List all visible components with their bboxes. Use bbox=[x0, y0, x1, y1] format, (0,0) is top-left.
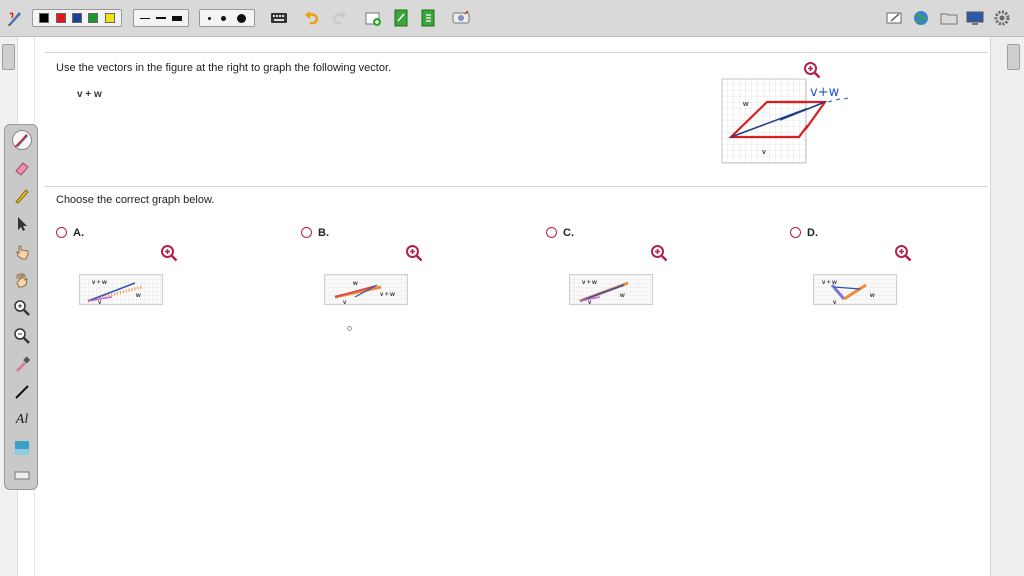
color-yellow-swatch[interactable] bbox=[104, 13, 115, 23]
highlighter-tool-icon[interactable] bbox=[12, 186, 32, 206]
globe-icon[interactable] bbox=[912, 9, 930, 27]
figure-zoom-icon[interactable] bbox=[803, 61, 821, 79]
option-letter: B. bbox=[318, 227, 329, 239]
line-thick-option[interactable] bbox=[172, 15, 182, 21]
pen-settings-icon[interactable] bbox=[6, 9, 24, 27]
keyboard-icon[interactable] bbox=[270, 9, 288, 27]
choose-prompt: Choose the correct graph below. bbox=[56, 194, 215, 206]
image-tool-icon[interactable] bbox=[12, 438, 32, 458]
option-graph-thumbnail[interactable]: v + w w v bbox=[324, 274, 409, 306]
option-radio[interactable] bbox=[301, 227, 312, 238]
eyedropper-tool-icon[interactable] bbox=[12, 354, 32, 374]
top-toolbar bbox=[0, 0, 1024, 37]
option-radio[interactable] bbox=[790, 227, 801, 238]
option-w-label: w bbox=[869, 293, 875, 299]
line-thin-option[interactable] bbox=[140, 17, 150, 19]
right-scroll-strip bbox=[990, 37, 1024, 576]
text-tool-icon[interactable]: Al bbox=[12, 410, 32, 430]
question-prompt: Use the vectors in the figure at the rig… bbox=[56, 62, 392, 74]
option-letter: C. bbox=[563, 227, 574, 239]
hand-pointer-icon[interactable] bbox=[12, 242, 32, 262]
screen-capture-icon[interactable] bbox=[452, 9, 470, 27]
display-icon[interactable] bbox=[966, 9, 984, 27]
figure-w-label: w bbox=[742, 101, 749, 108]
new-page-icon[interactable] bbox=[392, 9, 410, 27]
keyboard-tool-icon[interactable] bbox=[12, 465, 32, 485]
eraser-tool-icon[interactable] bbox=[12, 158, 32, 178]
option-graph-thumbnail[interactable]: v + w w v bbox=[79, 274, 164, 306]
clear-icon[interactable] bbox=[885, 9, 903, 27]
export-icon[interactable] bbox=[419, 9, 437, 27]
top-divider bbox=[45, 52, 988, 53]
option-zoom-icon[interactable] bbox=[160, 244, 178, 262]
color-picker bbox=[32, 9, 122, 27]
color-green-swatch[interactable] bbox=[88, 13, 99, 23]
option-graph-thumbnail[interactable]: v + w w v bbox=[813, 274, 898, 306]
undo-icon[interactable] bbox=[303, 9, 321, 27]
option-letter: A. bbox=[73, 227, 84, 239]
option-zoom-icon[interactable] bbox=[894, 244, 912, 262]
option-zoom-icon[interactable] bbox=[650, 244, 668, 262]
section-divider bbox=[45, 186, 988, 187]
zoom-out-icon[interactable] bbox=[12, 326, 32, 346]
option-radio[interactable] bbox=[546, 227, 557, 238]
option-letter: D. bbox=[807, 227, 818, 239]
question-expression: v + w bbox=[77, 89, 102, 100]
option-w-label: w bbox=[352, 281, 358, 287]
folder-icon[interactable] bbox=[940, 9, 958, 27]
pointer-tool-icon[interactable] bbox=[12, 214, 32, 234]
line-tool-icon[interactable] bbox=[12, 382, 32, 402]
dot-large-option[interactable] bbox=[236, 13, 246, 23]
color-blue-swatch[interactable] bbox=[71, 13, 82, 23]
figure-annotation-overlay: v+w bbox=[780, 85, 849, 130]
option-sum-label: v + w bbox=[822, 280, 837, 286]
option-w-label: w bbox=[619, 293, 625, 299]
figure-v-label: v bbox=[762, 149, 766, 156]
redo-icon[interactable] bbox=[330, 9, 348, 27]
option-radio[interactable] bbox=[56, 227, 67, 238]
line-medium-option[interactable] bbox=[156, 17, 166, 19]
option-graph-thumbnail[interactable]: v + w w v bbox=[569, 274, 654, 306]
dot-size-picker bbox=[199, 9, 255, 27]
figure-annotation-label: v+w bbox=[810, 85, 840, 100]
dot-medium-option[interactable] bbox=[221, 15, 227, 21]
stray-dot bbox=[347, 326, 352, 331]
add-page-icon[interactable] bbox=[364, 9, 382, 27]
option-sum-label: v + w bbox=[380, 292, 395, 298]
option-sum-label: v + w bbox=[582, 280, 597, 286]
right-scroll-handle[interactable] bbox=[1007, 44, 1020, 70]
color-black-swatch[interactable] bbox=[39, 13, 50, 23]
line-width-picker bbox=[133, 9, 189, 27]
option-zoom-icon[interactable] bbox=[405, 244, 423, 262]
left-scroll-handle[interactable] bbox=[2, 44, 15, 70]
hand-move-icon[interactable] bbox=[12, 270, 32, 290]
pen-tool-icon[interactable] bbox=[12, 130, 32, 150]
option-w-label: w bbox=[135, 293, 141, 299]
dot-small-option[interactable] bbox=[208, 16, 212, 20]
option-sum-label: v + w bbox=[92, 280, 107, 286]
color-red-swatch[interactable] bbox=[55, 13, 66, 23]
zoom-in-icon[interactable] bbox=[12, 298, 32, 318]
settings-icon[interactable] bbox=[993, 9, 1011, 27]
tool-palette: Al bbox=[4, 124, 38, 490]
